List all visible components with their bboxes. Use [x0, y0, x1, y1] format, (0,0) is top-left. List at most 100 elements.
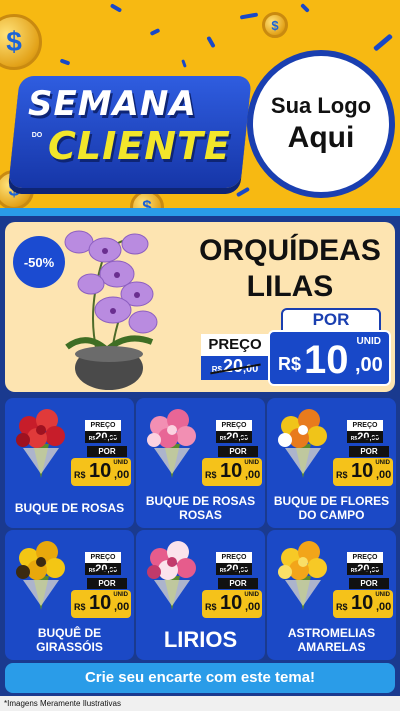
- new-price-dec: ,00: [114, 601, 130, 613]
- featured-product[interactable]: -50% ORQUÍDEAS LILAS POR PREÇO R$ 20 ,00: [5, 222, 395, 392]
- new-price: UNID R$ 10,00: [71, 590, 131, 618]
- por-label: POR: [87, 446, 127, 457]
- old-price-dec: ,00: [107, 435, 118, 442]
- red-roses-bouquet-icon: [16, 409, 65, 478]
- product-card[interactable]: PREÇO R$ 20,00 POR UNID R$ 10,00 BUQUE DE ROSAS…: [136, 398, 265, 528]
- product-name: ASTROMELIAS AMARELAS: [287, 626, 376, 654]
- wildflowers-bouquet-icon: [278, 409, 327, 478]
- old-price-int: 20: [95, 431, 108, 443]
- preco-label: PREÇO: [347, 420, 383, 431]
- new-price-dec: ,00: [355, 354, 383, 376]
- confetti-icon: [149, 28, 161, 36]
- old-price-int: 20: [95, 563, 108, 575]
- featured-name-line-1: ORQUÍDEAS: [199, 234, 381, 267]
- old-price-dec: ,00: [369, 567, 380, 574]
- product-name: BUQUE DE ROSAS ROSAS: [145, 494, 256, 522]
- old-price: R$ 20,00: [85, 431, 121, 443]
- new-price: UNID R$ 10,00: [333, 590, 393, 618]
- logo-text-line-2: Aqui: [287, 121, 355, 154]
- unit-label: UNID: [375, 592, 390, 598]
- product-card[interactable]: PREÇO R$ 20,00 POR UNID R$ 10,00 LIRIOS: [136, 530, 265, 660]
- new-price-dec: ,00: [245, 601, 261, 613]
- pink-roses-bouquet-icon: [147, 409, 196, 478]
- old-price-dec: ,00: [238, 435, 249, 442]
- featured-name-line-2: LILAS: [246, 270, 334, 303]
- old-price-dec: ,00: [369, 435, 380, 442]
- new-price-int: 10: [304, 338, 349, 382]
- new-price-currency: R$: [74, 602, 86, 612]
- new-price: UNID R$ 10,00: [333, 458, 393, 486]
- cta-button[interactable]: Crie seu encarte com este tema!: [5, 663, 395, 693]
- confetti-icon: [372, 33, 394, 52]
- unit-label: UNID: [113, 460, 128, 466]
- new-price-currency: R$: [205, 470, 217, 480]
- sunflowers-bouquet-icon: [16, 541, 65, 610]
- new-price-currency: R$: [278, 354, 302, 374]
- por-label: POR: [349, 446, 389, 457]
- unit-label: UNID: [356, 336, 381, 347]
- new-price-currency: R$: [205, 602, 217, 612]
- preco-label: PREÇO: [216, 420, 252, 431]
- product-card[interactable]: PREÇO R$ 20,00 POR UNID R$ 10,00 BUQUE DE ROSAS: [5, 398, 134, 528]
- new-price: UNID R$ 10 ,00: [268, 330, 391, 386]
- por-label: POR: [281, 308, 381, 332]
- header: $ $ $ $ SEMANA DO CLIENTE Sua Logo Aqui: [0, 0, 400, 212]
- preco-label: PREÇO: [216, 552, 252, 563]
- new-price: UNID R$ 10,00: [202, 458, 262, 486]
- preco-label: PREÇO: [85, 420, 121, 431]
- new-price-int: 10: [220, 460, 243, 482]
- new-price-dec: ,00: [376, 601, 392, 613]
- new-price-int: 10: [89, 460, 112, 482]
- product-card[interactable]: PREÇO R$ 20,00 POR UNID R$ 10,00 BUQUE DE FLORE…: [267, 398, 396, 528]
- old-price: R$ 20,00: [216, 431, 252, 443]
- confetti-icon: [109, 3, 123, 13]
- old-price-int: 20: [226, 431, 239, 443]
- new-price-currency: R$: [336, 470, 348, 480]
- old-price-int: 20: [357, 431, 370, 443]
- header-stripe: [0, 208, 400, 216]
- new-price-int: 10: [89, 592, 112, 614]
- new-price-int: 10: [351, 592, 374, 614]
- new-price-dec: ,00: [245, 469, 261, 481]
- dollar-coin-icon: $: [262, 12, 288, 38]
- confetti-icon: [206, 35, 216, 49]
- unit-label: UNID: [244, 592, 259, 598]
- product-name: BUQUE DE FLORES DO CAMPO: [273, 494, 390, 522]
- confetti-icon: [239, 12, 259, 20]
- old-price-currency: R$: [211, 365, 222, 374]
- title-line-2: CLIENTE: [48, 124, 231, 168]
- yellow-alstroemeria-bouquet-icon: [278, 541, 327, 610]
- por-label: POR: [218, 578, 258, 589]
- unit-label: UNID: [244, 460, 259, 466]
- orchid-pot-icon: [64, 230, 158, 390]
- old-price: R$ 20,00: [347, 431, 383, 443]
- new-price-dec: ,00: [376, 469, 392, 481]
- old-price-int: 20: [226, 563, 239, 575]
- por-label: POR: [218, 446, 258, 457]
- logo-placeholder[interactable]: Sua Logo Aqui: [247, 50, 395, 198]
- old-price-dec: ,00: [238, 567, 249, 574]
- confetti-icon: [181, 59, 187, 68]
- unit-label: UNID: [113, 592, 128, 598]
- old-price: R$ 20 ,00: [201, 356, 269, 380]
- preco-label: PREÇO: [201, 334, 269, 356]
- old-price-dec: ,00: [242, 363, 259, 375]
- logo-text-line-1: Sua Logo: [270, 93, 372, 118]
- disclaimer: *Imagens Meramente Ilustrativas: [0, 696, 400, 711]
- old-price-int: 20: [357, 563, 370, 575]
- lilies-bouquet-icon: [147, 541, 196, 610]
- new-price-currency: R$: [74, 470, 86, 480]
- new-price-int: 10: [351, 460, 374, 482]
- old-price-dec: ,00: [107, 567, 118, 574]
- new-price: UNID R$ 10,00: [202, 590, 262, 618]
- product-name: LIRIOS: [163, 627, 238, 652]
- product-card[interactable]: PREÇO R$ 20,00 POR UNID R$ 10,00 BUQUÊ DE GIRAS…: [5, 530, 134, 660]
- confetti-icon: [235, 186, 251, 198]
- title-line-1: SEMANA: [28, 84, 197, 124]
- por-label: POR: [87, 578, 127, 589]
- dollar-coin-icon: $: [0, 14, 42, 70]
- new-price-int: 10: [220, 592, 243, 614]
- old-price-int: 20: [222, 356, 243, 376]
- preco-label: PREÇO: [347, 552, 383, 563]
- product-card[interactable]: PREÇO R$ 20,00 POR UNID R$ 10,00 ASTROMELIAS AM…: [267, 530, 396, 660]
